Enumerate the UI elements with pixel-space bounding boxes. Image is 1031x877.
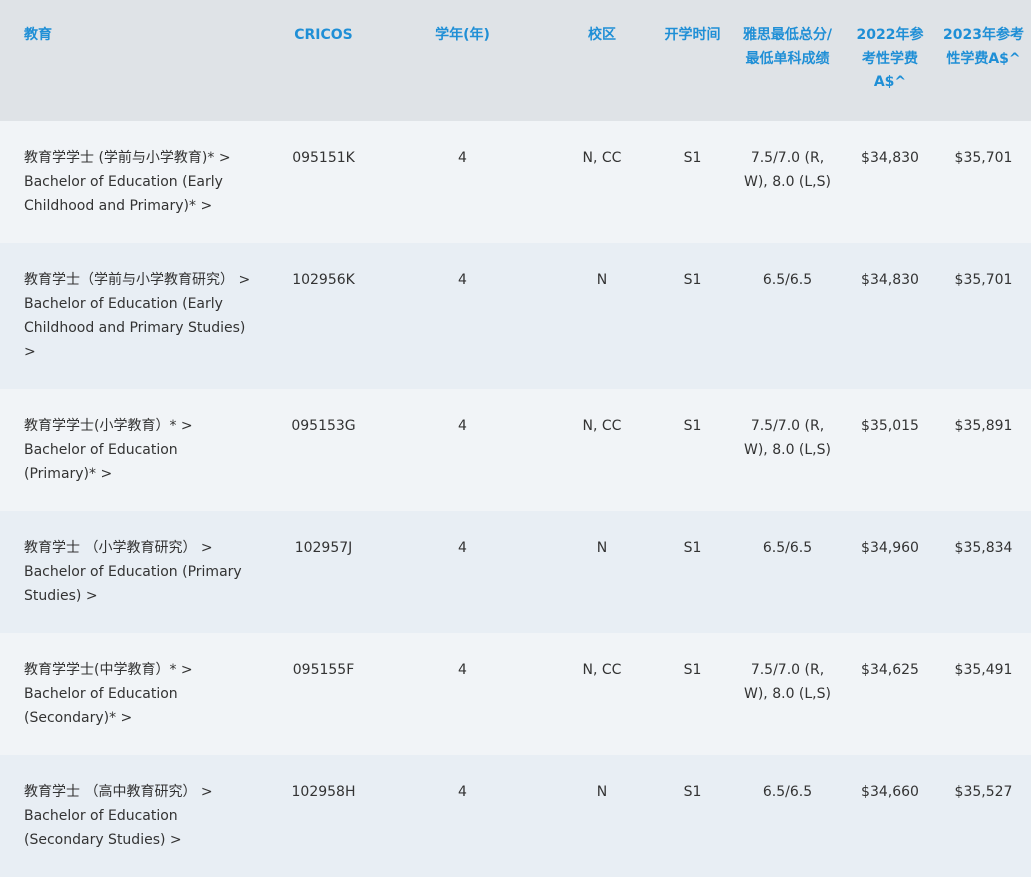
header-intake: 开学时间 [654, 0, 731, 121]
cricos-cell: 102956K [272, 242, 375, 389]
header-fee-2022: 2022年参考性学费A$^ [844, 0, 936, 121]
fee-2022-cell: $35,015 [844, 388, 936, 511]
campus-cell: N [550, 754, 654, 877]
header-ielts: 雅思最低总分/最低单科成绩 [731, 0, 844, 121]
course-link-en[interactable]: Bachelor of Education (Primary)* > [24, 438, 254, 486]
fee-2022-cell: $34,660 [844, 754, 936, 877]
course-link-en[interactable]: Bachelor of Education (Primary Studies) … [24, 560, 254, 608]
table-row: 教育学士 （小学教育研究） > Bachelor of Education (P… [0, 510, 1031, 633]
fee-2023-cell: $35,491 [936, 632, 1031, 755]
fee-2023-cell: $35,701 [936, 242, 1031, 389]
course-link-en[interactable]: Bachelor of Education (Secondary Studies… [24, 804, 254, 852]
cricos-cell: 102958H [272, 754, 375, 877]
course-cell: 教育学士 （高中教育研究） > Bachelor of Education (S… [0, 754, 272, 877]
ielts-cell: 7.5/7.0 (R, W), 8.0 (L,S) [731, 632, 844, 755]
table-header-row: 教育 CRICOS 学年(年) 校区 开学时间 雅思最低总分/最低单科成绩 20… [0, 0, 1031, 121]
table-row: 教育学士 （高中教育研究） > Bachelor of Education (S… [0, 754, 1031, 877]
intake-cell: S1 [654, 120, 731, 243]
table-row: 教育学学士 (学前与小学教育)* > Bachelor of Education… [0, 120, 1031, 243]
course-link-zh[interactable]: 教育学学士 (学前与小学教育)* > [24, 146, 254, 170]
intake-cell: S1 [654, 388, 731, 511]
fee-2023-cell: $35,701 [936, 120, 1031, 243]
years-cell: 4 [375, 120, 550, 243]
years-cell: 4 [375, 510, 550, 633]
course-link-zh[interactable]: 教育学学士(小学教育）* > [24, 414, 254, 438]
years-cell: 4 [375, 242, 550, 389]
course-link-en[interactable]: Bachelor of Education (Early Childhood a… [24, 292, 254, 364]
course-link-zh[interactable]: 教育学学士(中学教育）* > [24, 658, 254, 682]
cricos-cell: 102957J [272, 510, 375, 633]
course-link-en[interactable]: Bachelor of Education (Secondary)* > [24, 682, 254, 730]
campus-cell: N [550, 242, 654, 389]
course-link-zh[interactable]: 教育学士 （小学教育研究） > [24, 536, 254, 560]
ielts-cell: 7.5/7.0 (R, W), 8.0 (L,S) [731, 120, 844, 243]
course-cell: 教育学学士(中学教育）* > Bachelor of Education (Se… [0, 632, 272, 755]
intake-cell: S1 [654, 510, 731, 633]
campus-cell: N, CC [550, 120, 654, 243]
fee-2023-cell: $35,527 [936, 754, 1031, 877]
header-cricos: CRICOS [272, 0, 375, 121]
years-cell: 4 [375, 754, 550, 877]
header-course: 教育 [0, 0, 272, 121]
cricos-cell: 095153G [272, 388, 375, 511]
ielts-cell: 7.5/7.0 (R, W), 8.0 (L,S) [731, 388, 844, 511]
cricos-cell: 095155F [272, 632, 375, 755]
course-table: 教育 CRICOS 学年(年) 校区 开学时间 雅思最低总分/最低单科成绩 20… [0, 0, 1031, 877]
table-row: 教育学学士(小学教育）* > Bachelor of Education (Pr… [0, 388, 1031, 511]
header-fee-2023: 2023年参考性学费A$^ [936, 0, 1031, 121]
course-link-zh[interactable]: 教育学士（学前与小学教育研究） > [24, 268, 254, 292]
table-row: 教育学学士(中学教育）* > Bachelor of Education (Se… [0, 632, 1031, 755]
intake-cell: S1 [654, 632, 731, 755]
fee-2023-cell: $35,891 [936, 388, 1031, 511]
ielts-cell: 6.5/6.5 [731, 510, 844, 633]
campus-cell: N [550, 510, 654, 633]
campus-cell: N, CC [550, 632, 654, 755]
cricos-cell: 095151K [272, 120, 375, 243]
header-years: 学年(年) [375, 0, 550, 121]
campus-cell: N, CC [550, 388, 654, 511]
fee-2022-cell: $34,830 [844, 242, 936, 389]
fee-2022-cell: $34,960 [844, 510, 936, 633]
fee-2022-cell: $34,625 [844, 632, 936, 755]
intake-cell: S1 [654, 754, 731, 877]
course-cell: 教育学学士(小学教育）* > Bachelor of Education (Pr… [0, 388, 272, 511]
years-cell: 4 [375, 632, 550, 755]
intake-cell: S1 [654, 242, 731, 389]
ielts-cell: 6.5/6.5 [731, 242, 844, 389]
course-cell: 教育学士 （小学教育研究） > Bachelor of Education (P… [0, 510, 272, 633]
course-cell: 教育学学士 (学前与小学教育)* > Bachelor of Education… [0, 120, 272, 243]
table-row: 教育学士（学前与小学教育研究） > Bachelor of Education … [0, 242, 1031, 389]
course-link-en[interactable]: Bachelor of Education (Early Childhood a… [24, 170, 254, 218]
course-link-zh[interactable]: 教育学士 （高中教育研究） > [24, 780, 254, 804]
course-cell: 教育学士（学前与小学教育研究） > Bachelor of Education … [0, 242, 272, 389]
header-campus: 校区 [550, 0, 654, 121]
years-cell: 4 [375, 388, 550, 511]
ielts-cell: 6.5/6.5 [731, 754, 844, 877]
fee-2022-cell: $34,830 [844, 120, 936, 243]
fee-2023-cell: $35,834 [936, 510, 1031, 633]
